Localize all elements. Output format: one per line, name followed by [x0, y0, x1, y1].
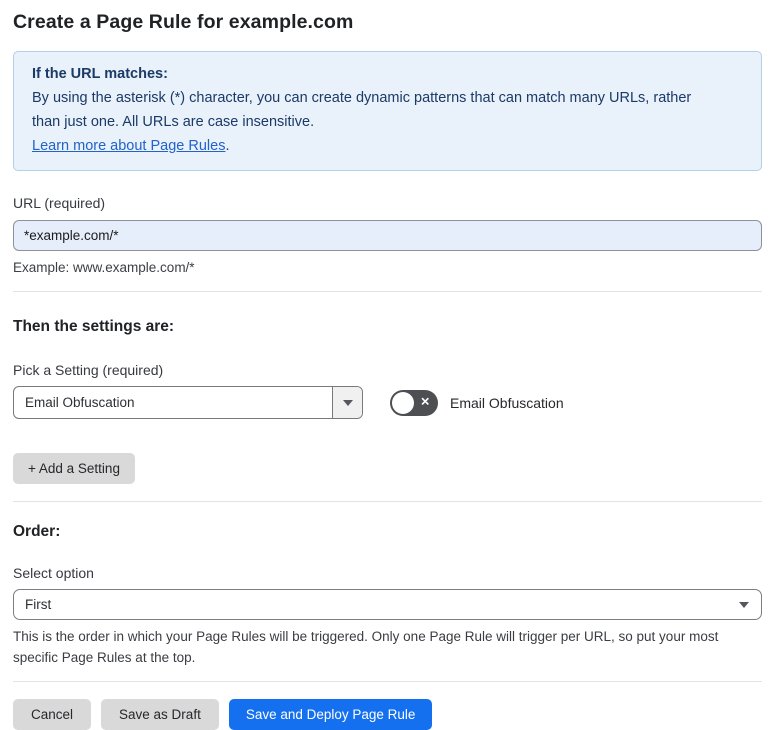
- setting-picker-label: Pick a Setting (required): [13, 362, 164, 378]
- order-heading: Order:: [13, 523, 61, 540]
- info-heading: If the URL matches:: [32, 66, 168, 82]
- setting-select-arrow-button[interactable]: [332, 387, 362, 418]
- info-link-line: Learn more about Page Rules.: [32, 134, 743, 158]
- order-select-value: First: [25, 597, 52, 612]
- save-draft-button[interactable]: Save as Draft: [101, 699, 219, 730]
- x-icon: ✕: [420, 395, 430, 408]
- order-select[interactable]: First: [13, 589, 762, 620]
- cancel-button[interactable]: Cancel: [13, 699, 92, 730]
- order-select-label: Select option: [13, 565, 94, 581]
- toggle-setting-label: Email Obfuscation: [450, 394, 564, 411]
- setting-select-value: Email Obfuscation: [25, 395, 135, 410]
- learn-more-link[interactable]: Learn more about Page Rules: [32, 138, 225, 154]
- page-title: Create a Page Rule for example.com: [13, 11, 354, 33]
- link-period: .: [225, 138, 230, 154]
- email-obfuscation-toggle[interactable]: ✕: [390, 389, 438, 416]
- divider: [13, 291, 762, 292]
- url-example: Example: www.example.com/*: [13, 260, 195, 275]
- save-deploy-button[interactable]: Save and Deploy Page Rule: [228, 699, 433, 730]
- url-input[interactable]: [13, 220, 762, 251]
- toggle-knob: [392, 391, 414, 414]
- url-label: URL (required): [13, 195, 106, 211]
- chevron-down-icon: [739, 601, 749, 608]
- info-box: If the URL matches: By using the asteris…: [13, 51, 762, 171]
- setting-select[interactable]: Email Obfuscation: [13, 386, 363, 419]
- footer-actions: Cancel Save as Draft Save and Deploy Pag…: [13, 699, 762, 730]
- divider: [13, 681, 762, 682]
- settings-heading: Then the settings are:: [13, 318, 175, 335]
- setting-row: Email Obfuscation ✕ Email Obfuscation: [13, 386, 762, 419]
- chevron-down-icon: [342, 399, 353, 406]
- divider: [13, 501, 762, 502]
- order-help-text: This is the order in which your Page Rul…: [13, 629, 719, 665]
- add-setting-button[interactable]: + Add a Setting: [13, 453, 135, 484]
- info-body: By using the asterisk (*) character, you…: [32, 90, 692, 130]
